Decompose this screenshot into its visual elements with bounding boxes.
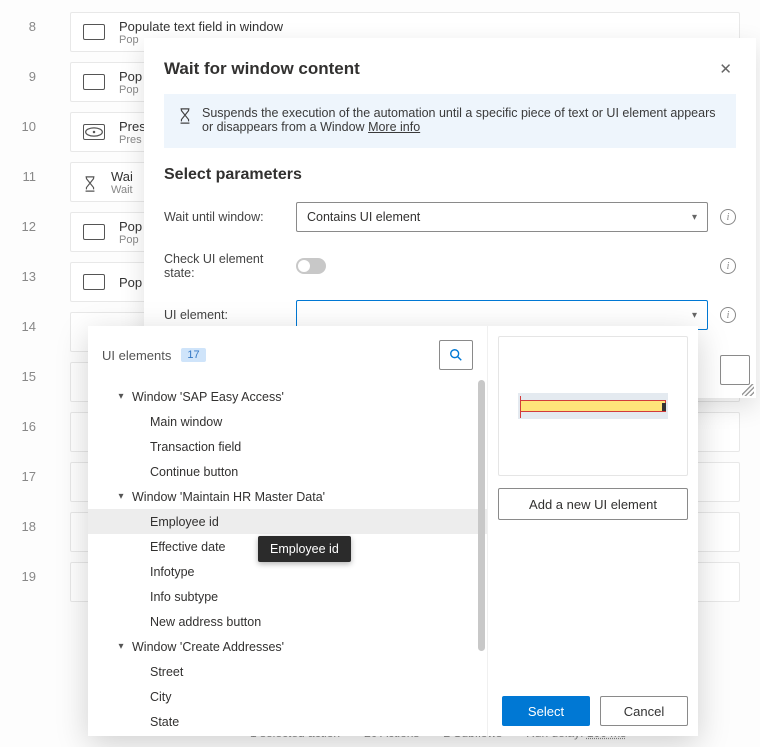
ui-element-label: UI element: [164, 308, 284, 322]
info-icon[interactable]: i [720, 209, 736, 225]
modal-title: Wait for window content [164, 59, 360, 79]
line-number: 17 [0, 452, 50, 502]
section-title: Select parameters [144, 148, 756, 192]
tree-item-label: Employee id [150, 515, 219, 529]
hourglass-icon [178, 108, 192, 124]
line-number: 18 [0, 502, 50, 552]
more-info-link[interactable]: More info [368, 120, 420, 134]
wait-until-value: Contains UI element [307, 210, 420, 224]
chevron-down-icon[interactable]: ▾ [114, 491, 128, 502]
scrollbar[interactable] [478, 380, 485, 728]
line-number: 15 [0, 352, 50, 402]
search-button[interactable] [439, 340, 473, 370]
tree-item[interactable]: Info subtype [88, 584, 487, 609]
count-badge: 17 [181, 348, 205, 362]
resize-handle[interactable] [742, 384, 754, 396]
step-subtitle: Pres [119, 134, 146, 146]
tree-item-label: Effective date [150, 540, 226, 554]
tree-item[interactable]: ▾ Window 'Create Addresses' [88, 634, 487, 659]
line-number: 11 [0, 152, 50, 202]
line-number: 12 [0, 202, 50, 252]
select-button[interactable]: Select [502, 696, 590, 726]
tree-item[interactable]: Main window [88, 409, 487, 434]
window-icon [83, 224, 105, 240]
tree-item[interactable]: ▾ Window 'SAP Easy Access' [88, 384, 487, 409]
scrollbar-thumb[interactable] [478, 380, 485, 651]
tree-item-label: Continue button [150, 465, 238, 479]
line-number-gutter: 8 9 10 11 12 13 14 15 16 17 18 19 [0, 0, 50, 747]
tree-item[interactable]: New address button [88, 609, 487, 634]
line-number: 13 [0, 252, 50, 302]
tree-item-label: Info subtype [150, 590, 218, 604]
tree-item-label: Transaction field [150, 440, 241, 454]
tooltip: Employee id [258, 536, 351, 562]
window-icon [83, 74, 105, 90]
tree-item[interactable]: State [88, 709, 487, 734]
tree-item[interactable]: Street [88, 659, 487, 684]
hourglass-icon [83, 176, 97, 192]
element-preview [498, 336, 688, 476]
tree-item[interactable]: Continue button [88, 459, 487, 484]
tree-item-label: State [150, 715, 179, 729]
tree-item-label: New address button [150, 615, 261, 629]
close-icon[interactable]: ✕ [715, 56, 736, 82]
step-title: Pop [119, 219, 142, 234]
tree-item-label: Window 'Create Addresses' [132, 640, 284, 654]
info-text: Suspends the execution of the automation… [202, 106, 722, 134]
chevron-down-icon[interactable]: ▾ [114, 641, 128, 652]
chevron-down-icon: ▾ [692, 212, 697, 223]
tree-item-label: City [150, 690, 172, 704]
step-subtitle: Pop [119, 234, 142, 246]
step-subtitle: Pop [119, 84, 142, 96]
tree-item-label: Main window [150, 415, 222, 429]
info-banner: Suspends the execution of the automation… [164, 94, 736, 148]
search-icon [449, 348, 463, 362]
info-icon[interactable]: i [720, 307, 736, 323]
step-subtitle: Wait [111, 184, 133, 196]
add-ui-element-button[interactable]: Add a new UI element [498, 488, 688, 520]
chevron-down-icon[interactable]: ▾ [114, 391, 128, 402]
wait-until-select[interactable]: Contains UI element ▾ [296, 202, 708, 232]
tree-item-label: Infotype [150, 565, 194, 579]
tree-item[interactable]: City [88, 684, 487, 709]
info-icon[interactable]: i [720, 258, 736, 274]
cancel-button[interactable]: Cancel [600, 696, 688, 726]
ui-elements-dropdown: UI elements 17 ▾ Window 'SAP Easy Access'… [88, 326, 698, 736]
tree-item[interactable]: Transaction field [88, 434, 487, 459]
check-state-toggle[interactable] [296, 258, 326, 274]
dropdown-title: UI elements [102, 348, 171, 363]
check-state-label: Check UI element state: [164, 252, 284, 280]
tree-item[interactable]: Infotype [88, 559, 487, 584]
window-icon [83, 274, 105, 290]
line-number: 10 [0, 102, 50, 152]
chevron-down-icon: ▾ [692, 310, 697, 321]
step-title: Pop [119, 275, 142, 290]
step-title: Populate text field in window [119, 19, 283, 34]
line-number: 9 [0, 52, 50, 102]
wait-until-label: Wait until window: [164, 210, 284, 224]
tree-item-label: Street [150, 665, 183, 679]
step-title: Wai [111, 169, 133, 184]
line-number: 14 [0, 302, 50, 352]
tree-item[interactable]: Employee id [88, 509, 487, 534]
step-title: Pres [119, 119, 146, 134]
click-icon [83, 124, 105, 140]
tree-item-label: Window 'Maintain HR Master Data' [132, 490, 325, 504]
line-number: 8 [0, 2, 50, 52]
line-number: 19 [0, 552, 50, 602]
window-icon [83, 24, 105, 40]
step-title: Pop [119, 69, 142, 84]
partial-button[interactable] [720, 355, 750, 385]
tree-item[interactable]: ▾ Window 'Maintain HR Master Data' [88, 484, 487, 509]
line-number: 16 [0, 402, 50, 452]
tree-item-label: Window 'SAP Easy Access' [132, 390, 284, 404]
